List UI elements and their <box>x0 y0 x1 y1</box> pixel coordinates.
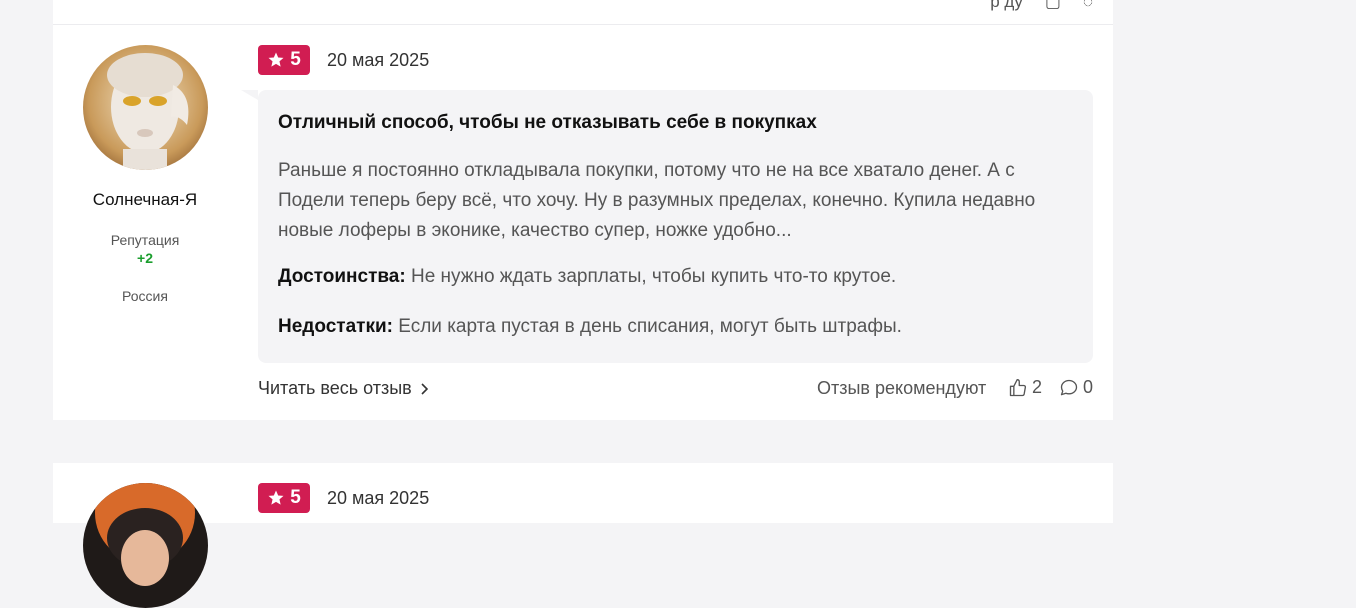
rating-value: 5 <box>290 487 301 508</box>
cons-text: Если карта пустая в день списания, могут… <box>398 316 902 337</box>
review-date: 20 мая 2025 <box>327 488 430 508</box>
review-body: Раньше я постоянно откладывала покупки, … <box>278 160 1036 241</box>
like-icon[interactable]: ▢ <box>1045 0 1061 12</box>
review-cons: Недостатки: Если карта пустая в день спи… <box>278 316 902 338</box>
rating-badge: 5 <box>258 483 310 513</box>
user-country: Россия <box>122 288 168 304</box>
pros-text: Не нужно ждать зарплаты, чтобы купить чт… <box>410 266 897 287</box>
pros-label: Достоинства: <box>278 266 406 287</box>
comment-icon[interactable]: ◌ <box>1083 0 1093 12</box>
avatar[interactable] <box>83 45 208 170</box>
comments-button[interactable]: 0 <box>1059 377 1093 398</box>
rating-badge: 5 <box>258 45 310 75</box>
chevron-right-icon <box>421 382 428 395</box>
review-title[interactable]: Отличный способ, чтобы не отказывать себ… <box>278 112 817 134</box>
review-date: 20 мая 2025 <box>327 50 430 70</box>
next-review-card: 5 20 мая 2025 <box>53 463 1113 608</box>
avatar[interactable] <box>83 483 208 608</box>
previous-review-card: р ду ▢ ◌ <box>53 0 1113 25</box>
star-icon <box>268 52 284 67</box>
like-count: 2 <box>1032 377 1043 397</box>
read-full-review-link[interactable]: Читать весь отзыв <box>258 378 428 399</box>
like-button[interactable]: 2 <box>1008 377 1042 398</box>
thumbs-up-icon <box>1009 378 1027 396</box>
comment-icon <box>1060 379 1078 395</box>
star-icon <box>268 490 284 505</box>
review-card: Солнечная-Я Репутация +2 Россия 5 20 мая… <box>53 25 1113 420</box>
comment-count: 0 <box>1083 377 1094 397</box>
rating-value: 5 <box>290 49 301 70</box>
review-bubble: Отличный способ, чтобы не отказывать себ… <box>241 90 1093 363</box>
cons-label: Недостатки: <box>278 316 393 337</box>
recommend-label: Отзыв рекомендуют <box>817 378 987 398</box>
previous-review-actions: р ду ▢ ◌ <box>990 0 1093 12</box>
username[interactable]: Солнечная-Я <box>53 190 237 210</box>
review-pros: Достоинства: Не нужно ждать зарплаты, чт… <box>278 266 896 288</box>
read-more-label: Читать весь отзыв <box>258 378 412 398</box>
reputation-label: Репутация <box>110 232 180 248</box>
previous-review-recommend: р ду <box>990 0 1023 11</box>
reputation-value: +2 <box>137 250 153 266</box>
